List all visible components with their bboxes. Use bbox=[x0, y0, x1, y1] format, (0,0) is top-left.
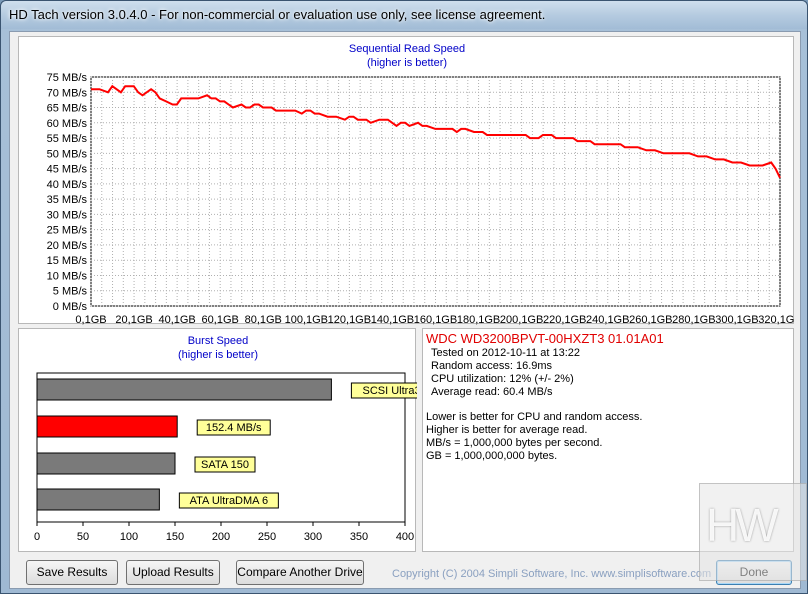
x-tick-label: 100,1GB bbox=[285, 314, 328, 325]
x-tick-label: 120,1GB bbox=[328, 314, 371, 325]
cpu-utilization: CPU utilization: 12% (+/- 2%) bbox=[431, 373, 574, 385]
burst-x-tick-label: 50 bbox=[77, 531, 89, 543]
x-tick-label: 320,1GB bbox=[758, 314, 795, 325]
upload-results-button[interactable]: Upload Results bbox=[126, 560, 220, 585]
y-tick-label: 5 MB/s bbox=[53, 286, 88, 298]
note-gb-def: GB = 1,000,000,000 bytes. bbox=[426, 450, 558, 462]
burst-x-tick-label: 400 bbox=[396, 531, 414, 543]
x-tick-label: 260,1GB bbox=[629, 314, 672, 325]
y-tick-label: 25 MB/s bbox=[47, 225, 88, 237]
y-tick-label: 70 MB/s bbox=[47, 87, 88, 99]
note-higher-better: Higher is better for average read. bbox=[426, 424, 588, 436]
burst-bar-label: SATA 150 bbox=[201, 459, 249, 471]
burst-x-tick-label: 200 bbox=[212, 531, 230, 543]
y-tick-label: 10 MB/s bbox=[47, 270, 88, 282]
x-tick-label: 200,1GB bbox=[500, 314, 543, 325]
x-tick-label: 240,1GB bbox=[586, 314, 629, 325]
y-tick-label: 75 MB/s bbox=[47, 72, 88, 84]
watermark-text: HW bbox=[706, 499, 779, 551]
app-window: HD Tach version 3.0.4.0 - For non-commer… bbox=[0, 0, 808, 594]
burst-speed-panel: Burst Speed (higher is better) 0 50 100 150… bbox=[18, 328, 417, 552]
sequential-read-panel: Sequential Read Speed (higher is better)… bbox=[18, 36, 795, 325]
burst-bar bbox=[36, 488, 160, 511]
x-tick-label: 80,1GB bbox=[245, 314, 282, 325]
burst-bar bbox=[36, 378, 332, 401]
title-bar[interactable]: HD Tach version 3.0.4.0 - For non-commer… bbox=[1, 1, 807, 29]
burst-x-tick-label: 150 bbox=[166, 531, 184, 543]
compare-drive-button[interactable]: Compare Another Drive bbox=[236, 560, 364, 585]
burst-x-tick-label: 300 bbox=[304, 531, 322, 543]
y-tick-label: 40 MB/s bbox=[47, 179, 88, 191]
note-mbs-def: MB/s = 1,000,000 bytes per second. bbox=[426, 437, 603, 449]
x-tick-label: 300,1GB bbox=[715, 314, 758, 325]
y-tick-label: 45 MB/s bbox=[47, 164, 88, 176]
x-tick-label: 180,1GB bbox=[457, 314, 500, 325]
x-tick-label: 160,1GB bbox=[414, 314, 457, 325]
y-tick-label: 35 MB/s bbox=[47, 194, 88, 206]
y-tick-label: 55 MB/s bbox=[47, 133, 88, 145]
burst-x-tick-label: 350 bbox=[350, 531, 368, 543]
burst-x-tick-label: 0 bbox=[34, 531, 40, 543]
average-read: Average read: 60.4 MB/s bbox=[431, 386, 553, 398]
y-tick-label: 65 MB/s bbox=[47, 103, 88, 115]
burst-bar-label: ATA UltraDMA 6 bbox=[190, 495, 268, 507]
x-tick-label: 60,1GB bbox=[202, 314, 239, 325]
sequential-read-chart: 75 MB/s 70 MB/s 65 MB/s 60 MB/s 55 MB/s 50 MB… bbox=[47, 72, 795, 325]
window-title: HD Tach version 3.0.4.0 - For non-commer… bbox=[9, 7, 546, 22]
save-results-button[interactable]: Save Results bbox=[26, 560, 118, 585]
y-tick-label: 30 MB/s bbox=[47, 209, 88, 221]
x-tick-label: 0,1GB bbox=[75, 314, 106, 325]
client-area: Sequential Read Speed (higher is better)… bbox=[9, 31, 801, 589]
note-lower-better: Lower is better for CPU and random acces… bbox=[426, 411, 643, 423]
copyright-text: Copyright (C) 2004 Simpli Software, Inc.… bbox=[392, 568, 712, 580]
x-tick-label: 220,1GB bbox=[543, 314, 586, 325]
burst-x-tick-label: 250 bbox=[258, 531, 276, 543]
x-tick-label: 280,1GB bbox=[672, 314, 715, 325]
drive-name: WDC WD3200BPVT-00HXZT3 01.01A01 bbox=[426, 331, 664, 346]
y-tick-label: 20 MB/s bbox=[47, 240, 88, 252]
watermark-logo: HW bbox=[699, 483, 807, 581]
x-tick-label: 20,1GB bbox=[115, 314, 152, 325]
y-tick-label: 50 MB/s bbox=[47, 148, 88, 160]
y-tick-label: 0 MB/s bbox=[53, 301, 88, 313]
burst-bar-label: SCSI Ultra320 bbox=[362, 385, 417, 397]
burst-bar-label: 152.4 MB/s bbox=[206, 422, 262, 434]
burst-bar bbox=[36, 415, 178, 438]
y-tick-label: 60 MB/s bbox=[47, 118, 88, 130]
burst-bar bbox=[36, 452, 176, 475]
x-tick-label: 40,1GB bbox=[158, 314, 195, 325]
burst-speed-chart: 0 50 100 150 200 250 300 350 400 SCSI Ultra320 152… bbox=[34, 372, 417, 543]
burst-x-tick-label: 100 bbox=[120, 531, 138, 543]
y-tick-label: 15 MB/s bbox=[47, 255, 88, 267]
tested-date: Tested on 2012-10-11 at 13:22 bbox=[431, 347, 581, 359]
x-tick-label: 140,1GB bbox=[371, 314, 414, 325]
random-access: Random access: 16.9ms bbox=[431, 360, 553, 372]
